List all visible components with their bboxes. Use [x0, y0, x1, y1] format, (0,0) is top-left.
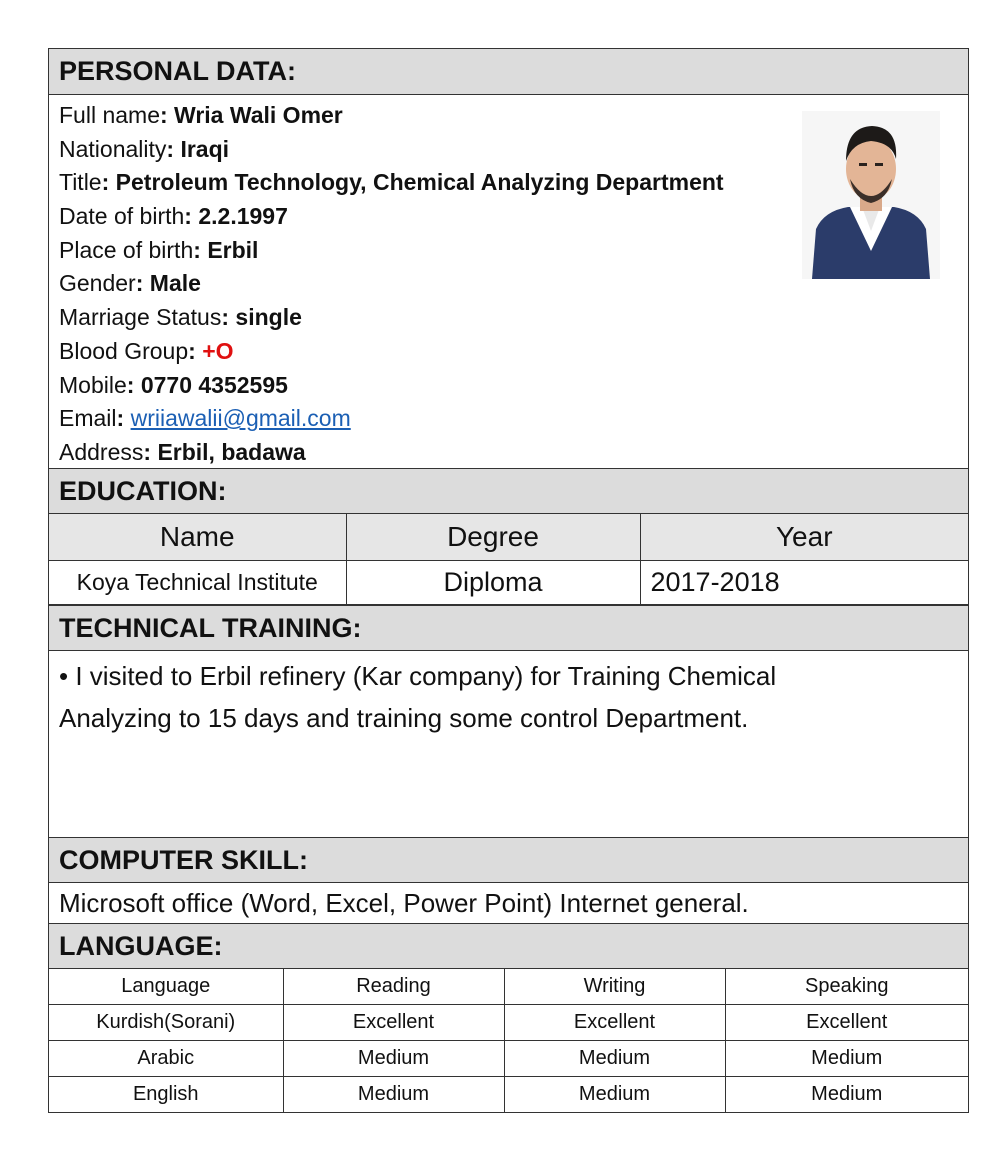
- education-year: 2017-2018: [639, 560, 968, 605]
- title-label: Title: [59, 169, 102, 196]
- marriage-status-label: Marriage Status: [59, 304, 222, 331]
- table-row: Arabic Medium Medium Medium: [49, 1040, 968, 1077]
- gender-value: Male: [149, 270, 201, 297]
- full-name-value: Wria Wali Omer: [174, 102, 343, 128]
- date-of-birth-label: Date of birth: [59, 203, 185, 230]
- language-table: Language Reading Writing Speaking Kurdis…: [49, 969, 968, 1112]
- training-line-1: • I visited to Erbil refinery (Kar compa…: [59, 661, 777, 691]
- mobile-row: Mobile: 0770 4352595: [59, 371, 288, 398]
- language-name: Kurdish(Sorani): [49, 1004, 284, 1041]
- table-row: Koya Technical Institute Diploma 2017-20…: [49, 560, 968, 605]
- address-value: Erbil, badawa: [157, 438, 306, 465]
- personal-data-heading: PERSONAL DATA:: [49, 49, 968, 95]
- language-writing: Excellent: [503, 1004, 726, 1041]
- personal-data-section: Full name: Wria Wali Omer Nationality: I…: [49, 95, 968, 468]
- title-value: Petroleum Technology, Chemical Analyzing…: [115, 169, 724, 196]
- education-institute: Koya Technical Institute: [49, 560, 347, 605]
- education-col-year: Year: [639, 514, 968, 561]
- email-row: Email: wriiawalii@gmail.com: [59, 405, 351, 432]
- education-table: Name Degree Year Koya Technical Institut…: [49, 514, 968, 605]
- language-col-speaking: Speaking: [724, 969, 968, 1005]
- cv-document: PERSONAL DATA: Full name: Wria Wali Omer…: [48, 48, 969, 1113]
- language-writing: Medium: [503, 1040, 726, 1077]
- language-header-row: Language Reading Writing Speaking: [49, 969, 968, 1005]
- marriage-status-row: Marriage Status: single: [59, 304, 302, 331]
- mobile-value: 0770 4352595: [140, 371, 288, 398]
- education-degree: Diploma: [345, 560, 641, 605]
- table-row: English Medium Medium Medium: [49, 1076, 968, 1112]
- language-speaking: Medium: [724, 1040, 968, 1077]
- education-heading: EDUCATION:: [49, 468, 968, 514]
- language-speaking: Excellent: [724, 1004, 968, 1041]
- place-of-birth-value: Erbil: [207, 236, 259, 263]
- education-col-name: Name: [49, 514, 347, 561]
- table-row: Kurdish(Sorani) Excellent Excellent Exce…: [49, 1004, 968, 1041]
- language-col-writing: Writing: [503, 969, 726, 1005]
- profile-photo: [802, 111, 940, 279]
- email-link[interactable]: wriiawalii@gmail.com: [131, 405, 351, 431]
- language-reading: Excellent: [282, 1004, 505, 1041]
- date-of-birth-value: 2.2.1997: [198, 203, 288, 230]
- language-heading: LANGUAGE:: [49, 923, 968, 969]
- full-name-label: Full name: [59, 102, 160, 128]
- language-col-language: Language: [49, 969, 284, 1005]
- marriage-status-value: single: [235, 304, 302, 331]
- email-label: Email: [59, 405, 117, 432]
- nationality-value: Iraqi: [180, 135, 230, 162]
- blood-group-value: +O: [202, 337, 234, 364]
- technical-training-text: • I visited to Erbil refinery (Kar compa…: [49, 651, 968, 837]
- language-name: English: [49, 1076, 284, 1112]
- language-writing: Medium: [503, 1076, 726, 1112]
- training-line-2: Analyzing to 15 days and training some c…: [59, 703, 749, 733]
- language-speaking: Medium: [724, 1076, 968, 1112]
- language-col-reading: Reading: [282, 969, 505, 1005]
- nationality-label: Nationality: [59, 135, 167, 162]
- blood-group-label: Blood Group: [59, 337, 189, 364]
- education-col-degree: Degree: [345, 514, 641, 561]
- education-header-row: Name Degree Year: [49, 514, 968, 561]
- blood-group-row: Blood Group: +O: [59, 337, 234, 364]
- address-row: Address: Erbil, badawa: [59, 438, 306, 465]
- computer-skill-heading: COMPUTER SKILL:: [49, 837, 968, 883]
- address-label: Address: [59, 438, 144, 465]
- mobile-label: Mobile: [59, 371, 127, 398]
- language-reading: Medium: [282, 1076, 505, 1112]
- language-name: Arabic: [49, 1040, 284, 1077]
- gender-label: Gender: [59, 270, 136, 297]
- place-of-birth-label: Place of birth: [59, 236, 194, 263]
- technical-training-heading: TECHNICAL TRAINING:: [49, 605, 968, 651]
- language-reading: Medium: [282, 1040, 505, 1077]
- computer-skill-text: Microsoft office (Word, Excel, Power Poi…: [59, 887, 749, 918]
